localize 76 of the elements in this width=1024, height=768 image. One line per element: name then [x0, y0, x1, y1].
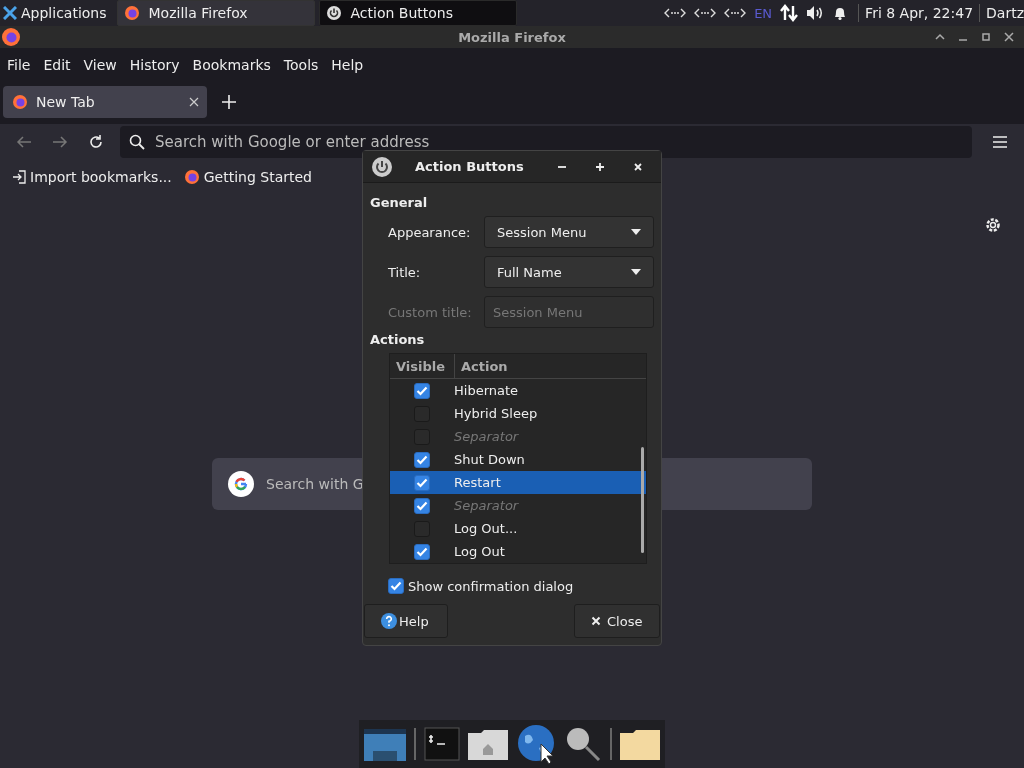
taskbar-button[interactable]: Mozilla Firefox: [116, 0, 315, 26]
network-icon[interactable]: [694, 6, 717, 20]
help-button[interactable]: Help: [364, 604, 448, 638]
dropdown[interactable]: Session Menu: [484, 216, 654, 248]
menu-item[interactable]: View: [83, 57, 117, 73]
list-row[interactable]: Log Out: [390, 540, 646, 563]
caret-icon: [631, 269, 641, 275]
column-header[interactable]: Visible: [390, 354, 455, 378]
globe-icon[interactable]: [516, 724, 557, 764]
section-heading: General: [370, 195, 429, 210]
magnifier-icon[interactable]: [564, 725, 603, 763]
user-name[interactable]: Dartz: [986, 5, 1024, 21]
menu-item[interactable]: History: [129, 57, 180, 73]
checkbox[interactable]: [414, 474, 430, 491]
section-heading: Actions: [370, 332, 426, 347]
back-icon[interactable]: [16, 135, 32, 149]
browser-tab[interactable]: New Tab: [3, 86, 207, 118]
checkbox[interactable]: [414, 497, 430, 514]
menu-item[interactable]: Help: [331, 57, 364, 73]
close-button[interactable]: Close: [574, 604, 660, 638]
transfer-icon[interactable]: [780, 4, 799, 22]
checkbox[interactable]: [414, 543, 430, 560]
firefox-icon: [183, 169, 200, 185]
terminal-icon[interactable]: [423, 727, 460, 761]
applications-menu[interactable]: Applications: [0, 0, 113, 26]
clock[interactable]: Fri 8 Apr, 22:47: [865, 5, 974, 21]
close-icon[interactable]: [189, 97, 199, 107]
folder-icon[interactable]: [618, 727, 661, 761]
address-bar[interactable]: Search with Google or enter address: [120, 126, 972, 158]
menu-item[interactable]: File: [7, 57, 31, 73]
close-icon[interactable]: [1004, 32, 1014, 42]
maximize-icon[interactable]: [981, 32, 991, 42]
checkbox[interactable]: [414, 382, 430, 399]
xfce-icon: [3, 6, 17, 20]
caret-up-icon[interactable]: [935, 32, 945, 42]
dialog-title: Action Buttons: [415, 159, 525, 174]
list-row[interactable]: Hibernate: [390, 379, 646, 402]
network-icon[interactable]: [664, 6, 687, 20]
home-folder-icon[interactable]: [467, 727, 510, 761]
settings-icon[interactable]: [984, 216, 1002, 234]
menu-icon[interactable]: [992, 135, 1008, 149]
list-row[interactable]: Log Out...: [390, 517, 646, 540]
volume-icon[interactable]: [806, 5, 825, 21]
menu-item[interactable]: Edit: [43, 57, 71, 73]
reload-icon[interactable]: [88, 134, 104, 150]
plus-icon[interactable]: [222, 95, 236, 109]
checkbox[interactable]: [388, 578, 404, 594]
dropdown[interactable]: Full Name: [484, 256, 654, 288]
power-icon: [325, 5, 342, 21]
field-label: Title:: [388, 264, 422, 280]
tab-label: New Tab: [36, 94, 96, 110]
checkbox[interactable]: [414, 451, 430, 468]
field-label: Custom title:: [388, 304, 473, 320]
firefox-icon: [123, 5, 140, 21]
window-title: Mozilla Firefox: [458, 29, 566, 45]
power-icon: [371, 155, 393, 178]
import-icon: [12, 170, 26, 184]
checkbox-label[interactable]: Show confirmation dialog: [408, 578, 574, 594]
list-row[interactable]: Hybrid Sleep: [390, 402, 646, 425]
menu-item[interactable]: Bookmarks: [192, 57, 271, 73]
help-icon: [381, 613, 397, 629]
list-row[interactable]: Restart: [390, 471, 646, 494]
bookmark[interactable]: Getting Started: [183, 169, 312, 185]
taskbar-button[interactable]: Action Buttons: [318, 0, 517, 26]
field-label: Appearance:: [388, 224, 472, 240]
bookmark[interactable]: Import bookmarks...: [12, 169, 172, 185]
menu-item[interactable]: Tools: [283, 57, 319, 73]
network-icon[interactable]: [724, 6, 747, 20]
close-icon: [591, 616, 601, 626]
caret-icon: [631, 229, 641, 235]
firefox-icon: [12, 94, 28, 110]
google-icon: [228, 471, 254, 497]
search-icon: [129, 134, 145, 150]
firefox-icon: [1, 27, 21, 47]
forward-icon[interactable]: [52, 135, 68, 149]
column-header[interactable]: Action: [455, 354, 514, 378]
